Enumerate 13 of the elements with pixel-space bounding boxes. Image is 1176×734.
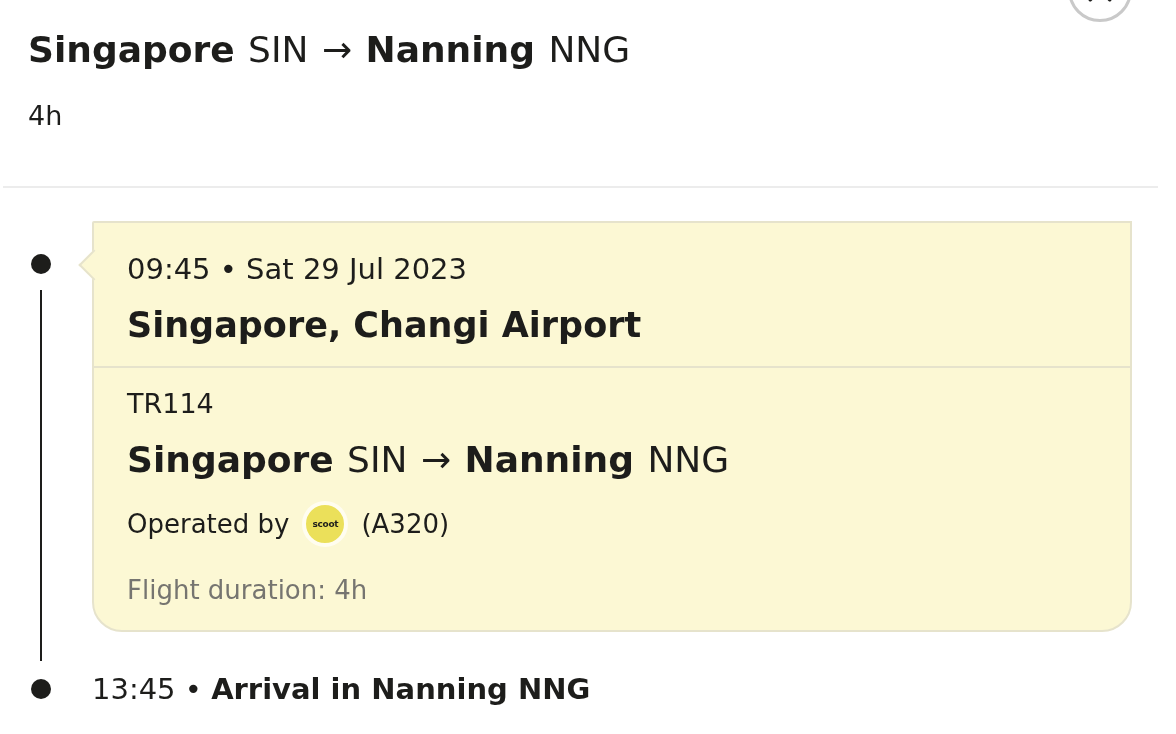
trip-duration: 4h bbox=[28, 99, 64, 133]
departure-time: 09:45 • Sat 29 Jul 2023 bbox=[127, 251, 468, 287]
aircraft-type: (A320) bbox=[361, 509, 450, 539]
timeline-dot-icon bbox=[31, 254, 51, 274]
flight-route: Singapore SIN → Nanning NNG bbox=[127, 438, 731, 482]
airline-logo: scoot bbox=[302, 501, 349, 547]
departure-airport: Singapore, Changi Airport bbox=[127, 304, 643, 347]
timeline-dot-icon bbox=[31, 679, 51, 699]
arrival-info: 13:45 • Arrival in Nanning NNG bbox=[92, 671, 592, 708]
flight-number: TR114 bbox=[127, 387, 215, 421]
operated-by-label: Operated by bbox=[127, 509, 290, 539]
flight-duration: Flight duration: 4h bbox=[127, 574, 369, 607]
route-title: Singapore SIN → Nanning NNG bbox=[28, 28, 632, 72]
